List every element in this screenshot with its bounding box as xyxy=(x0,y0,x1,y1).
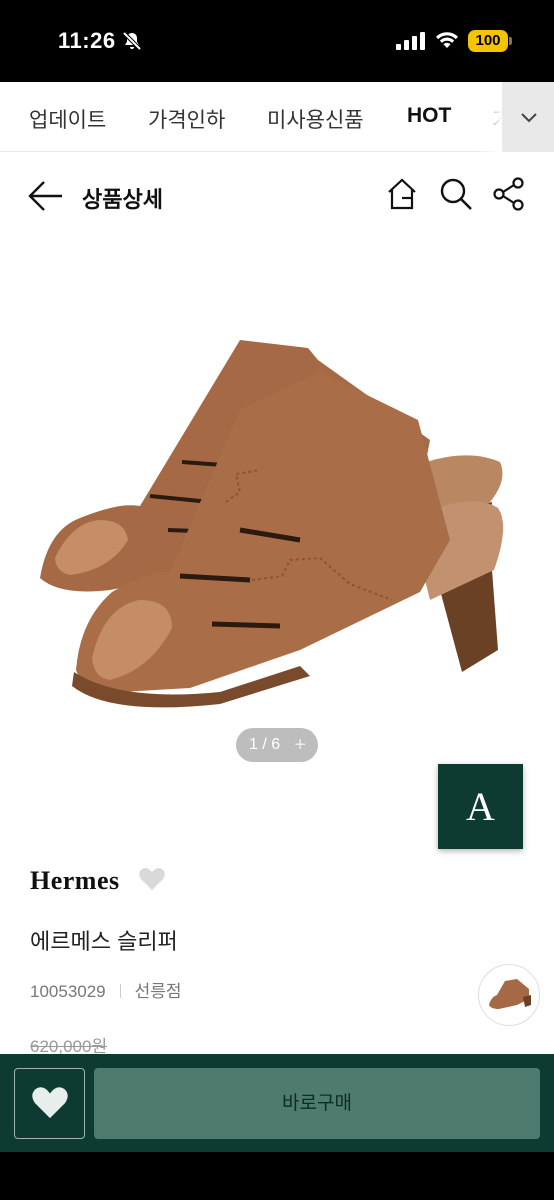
pager-text: 1 / 6 xyxy=(249,736,281,753)
bell-off-icon xyxy=(122,31,142,51)
tab-price-down[interactable]: 가격인하 xyxy=(148,104,225,134)
page-header: 상품상세 xyxy=(0,152,554,240)
store-name: 선릉점 xyxy=(134,982,182,1001)
tab-unused-new[interactable]: 미사용신품 xyxy=(267,104,364,134)
status-bar: 11:26 100 xyxy=(0,0,554,82)
store-logo-badge[interactable]: A xyxy=(438,764,523,849)
image-pager[interactable]: 1 / 6 + xyxy=(236,728,318,762)
pager-plus-icon: + xyxy=(294,734,306,756)
meta-divider xyxy=(119,984,121,998)
heart-icon xyxy=(32,1087,68,1119)
category-expand-button[interactable] xyxy=(502,82,554,152)
wifi-icon xyxy=(436,32,458,48)
tab-update[interactable]: 업데이트 xyxy=(29,104,106,134)
search-icon[interactable] xyxy=(438,176,474,212)
home-icon[interactable] xyxy=(384,176,420,212)
product-meta: 10053029 선릉점 xyxy=(30,977,182,1002)
product-image-gallery[interactable]: 1 / 6 + xyxy=(0,240,554,840)
wishlist-button[interactable] xyxy=(14,1068,85,1139)
app-screen: 업데이트 가격인하 미사용신품 HOT 가 상품상세 xyxy=(0,82,554,1152)
tab-hot[interactable]: HOT xyxy=(407,104,451,128)
buy-now-button[interactable]: 바로구매 xyxy=(94,1068,540,1139)
product-title: 에르메스 슬리퍼 xyxy=(30,929,178,954)
signal-icon xyxy=(396,32,425,50)
thumbnail-image xyxy=(489,979,531,1009)
chevron-down-icon xyxy=(521,113,537,123)
brand-heart-icon[interactable] xyxy=(138,866,166,892)
bottom-action-bar: 바로구매 xyxy=(0,1054,554,1152)
status-time: 11:26 xyxy=(58,28,116,53)
tabs-fade xyxy=(472,82,502,152)
product-code: 10053029 xyxy=(30,982,106,1001)
back-arrow-icon[interactable] xyxy=(26,176,66,216)
category-tabs: 업데이트 가격인하 미사용신품 HOT 가 xyxy=(0,82,554,152)
battery-indicator: 100 xyxy=(468,30,512,52)
share-icon[interactable] xyxy=(491,176,527,212)
product-thumbnail[interactable] xyxy=(478,964,540,1026)
page-title: 상품상세 xyxy=(82,187,163,212)
brand-name[interactable]: Hermes xyxy=(30,866,120,896)
home-indicator-area xyxy=(0,1152,554,1200)
